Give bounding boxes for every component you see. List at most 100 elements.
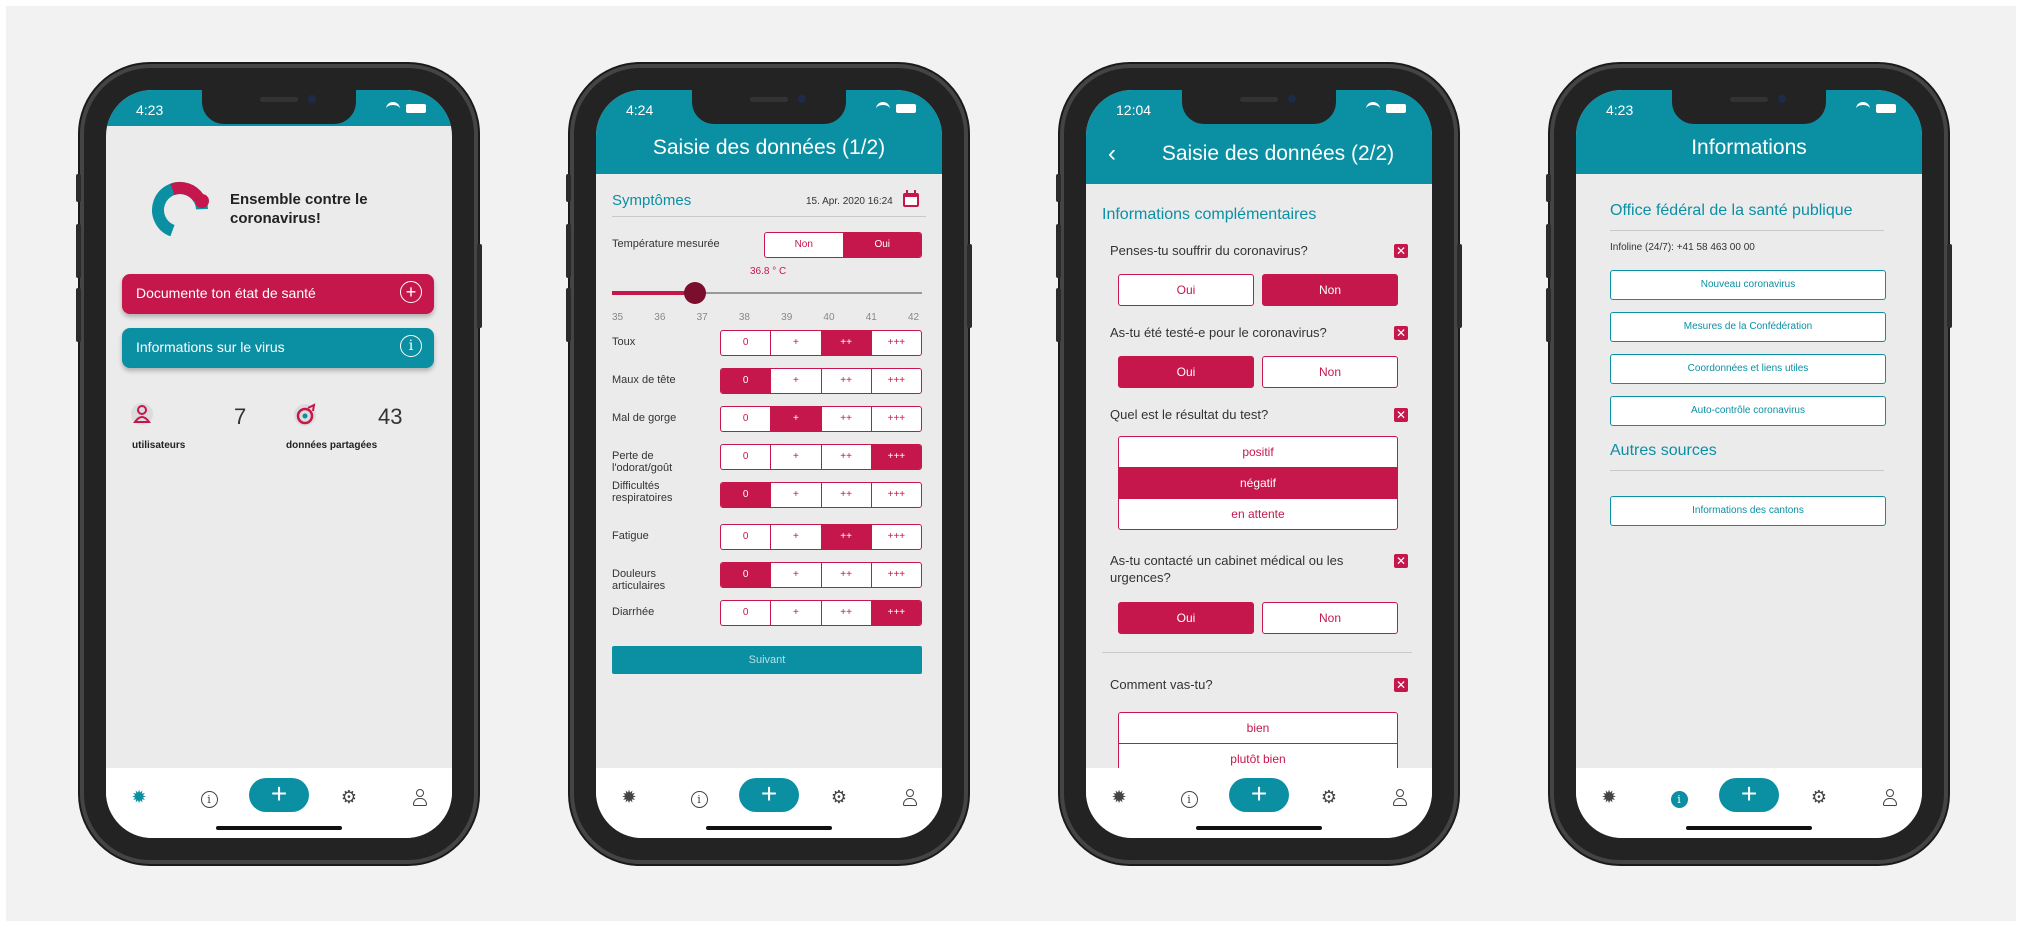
tab-profile[interactable] <box>1388 786 1410 808</box>
severity-option[interactable]: + <box>771 445 822 469</box>
tab-home-virus-icon[interactable]: ✹ <box>1598 786 1620 808</box>
infoline-text[interactable]: Infoline (24/7): +41 58 463 00 00 <box>1610 242 1755 253</box>
severity-option[interactable]: ++ <box>822 601 872 625</box>
close-icon[interactable]: ✕ <box>1394 678 1408 692</box>
tab-info[interactable]: i <box>688 786 710 808</box>
tab-add-button[interactable]: + <box>1719 778 1779 812</box>
tab-add-button[interactable]: + <box>249 778 309 812</box>
feeling-good[interactable]: bien <box>1118 712 1398 744</box>
answer-no[interactable]: Non <box>1262 356 1398 388</box>
tab-info[interactable]: i <box>1668 786 1690 808</box>
severity-option[interactable]: + <box>771 601 822 625</box>
severity-option[interactable]: +++ <box>871 445 921 469</box>
severity-option[interactable]: + <box>771 331 822 355</box>
answer-no[interactable]: Non <box>1262 602 1398 634</box>
slider-handle[interactable] <box>684 282 707 304</box>
severity-selector[interactable]: 0 + ++ +++ <box>720 600 922 626</box>
temperature-yes[interactable]: Oui <box>843 233 921 257</box>
next-button[interactable]: Suivant <box>612 646 922 674</box>
link-contacts-useful-links[interactable]: Coordonnées et liens utiles <box>1610 354 1886 384</box>
severity-option[interactable]: + <box>771 563 822 587</box>
symptom-row: Maux de tête 0 + ++ +++ <box>612 368 922 394</box>
tab-profile[interactable] <box>898 786 920 808</box>
entry-datetime[interactable]: 15. Apr. 2020 16:24 <box>806 196 893 207</box>
severity-option[interactable]: +++ <box>872 525 921 549</box>
severity-option[interactable]: 0 <box>721 525 772 549</box>
tab-home-virus-icon[interactable]: ✹ <box>128 786 150 808</box>
tab-settings-gear-icon[interactable]: ⚙ <box>828 786 850 808</box>
severity-option[interactable]: ++ <box>822 563 872 587</box>
severity-selector[interactable]: 0 + ++ +++ <box>720 368 922 394</box>
severity-option[interactable]: + <box>771 407 822 431</box>
result-negative[interactable]: négatif <box>1118 467 1398 499</box>
severity-option[interactable]: ++ <box>822 483 872 507</box>
temperature-ticks: 35 36 37 38 39 40 41 42 <box>612 312 922 326</box>
tick-label: 38 <box>738 312 750 323</box>
tab-profile[interactable] <box>1878 786 1900 808</box>
severity-option[interactable]: 0 <box>721 445 772 469</box>
temperature-no[interactable]: Non <box>765 233 844 257</box>
severity-option[interactable]: 0 <box>721 601 772 625</box>
question-suffering: Penses-tu souffrir du coronavirus? <box>1110 243 1308 258</box>
severity-option[interactable]: 0 <box>721 369 772 393</box>
tab-add-button[interactable]: + <box>739 778 799 812</box>
severity-option[interactable]: 0 <box>721 331 772 355</box>
severity-option[interactable]: +++ <box>872 407 921 431</box>
link-new-coronavirus[interactable]: Nouveau coronavirus <box>1610 270 1886 300</box>
virus-info-button[interactable]: Informations sur le virus i <box>122 328 434 368</box>
answer-yes[interactable]: Oui <box>1118 602 1254 634</box>
link-confederation-measures[interactable]: Mesures de la Confédération <box>1610 312 1886 342</box>
severity-option[interactable]: +++ <box>872 331 921 355</box>
close-icon[interactable]: ✕ <box>1394 408 1408 422</box>
severity-option[interactable]: ++ <box>822 407 872 431</box>
tab-profile[interactable] <box>408 786 430 808</box>
result-pending[interactable]: en attente <box>1118 498 1398 530</box>
severity-selector[interactable]: 0 + ++ +++ <box>720 482 922 508</box>
severity-option[interactable]: +++ <box>871 601 921 625</box>
tab-add-button[interactable]: + <box>1229 778 1289 812</box>
answer-yes[interactable]: Oui <box>1118 274 1254 306</box>
back-chevron-icon[interactable]: ‹ <box>1108 140 1116 168</box>
severity-option[interactable]: + <box>771 525 822 549</box>
severity-option[interactable]: + <box>771 483 822 507</box>
severity-option[interactable]: +++ <box>872 563 921 587</box>
severity-option[interactable]: ++ <box>821 525 872 549</box>
answer-yes[interactable]: Oui <box>1118 356 1254 388</box>
close-icon[interactable]: ✕ <box>1394 244 1408 258</box>
severity-option[interactable]: ++ <box>822 369 872 393</box>
tab-settings-gear-icon[interactable]: ⚙ <box>1318 786 1340 808</box>
severity-selector[interactable]: 0 + ++ +++ <box>720 330 922 356</box>
severity-option[interactable]: +++ <box>872 369 921 393</box>
result-positive[interactable]: positif <box>1118 436 1398 468</box>
link-self-check[interactable]: Auto-contrôle coronavirus <box>1610 396 1886 426</box>
tab-settings-gear-icon[interactable]: ⚙ <box>1808 786 1830 808</box>
temperature-slider[interactable] <box>612 282 922 312</box>
close-icon[interactable]: ✕ <box>1394 554 1408 568</box>
tab-settings-gear-icon[interactable]: ⚙ <box>338 786 360 808</box>
severity-option[interactable]: 0 <box>721 563 772 587</box>
severity-selector[interactable]: 0 + ++ +++ <box>720 524 922 550</box>
severity-option[interactable]: ++ <box>821 331 872 355</box>
link-cantons[interactable]: Informations des cantons <box>1610 496 1886 526</box>
tab-info[interactable]: i <box>198 786 220 808</box>
severity-option[interactable]: 0 <box>721 483 772 507</box>
tick-label: 40 <box>823 312 835 323</box>
severity-selector[interactable]: 0 + ++ +++ <box>720 444 922 470</box>
temperature-toggle[interactable]: Non Oui <box>764 232 922 258</box>
document-health-button[interactable]: Documente ton état de santé + <box>122 274 434 314</box>
severity-option[interactable]: + <box>771 369 822 393</box>
severity-option[interactable]: ++ <box>822 445 872 469</box>
answer-no[interactable]: Non <box>1262 274 1398 306</box>
severity-selector[interactable]: 0 + ++ +++ <box>720 562 922 588</box>
app-logo <box>150 180 210 240</box>
close-icon[interactable]: ✕ <box>1394 326 1408 340</box>
severity-option[interactable]: 0 <box>721 407 772 431</box>
tab-home-virus-icon[interactable]: ✹ <box>1108 786 1130 808</box>
tab-info[interactable]: i <box>1178 786 1200 808</box>
severity-selector[interactable]: 0 + ++ +++ <box>720 406 922 432</box>
tab-bar: ✹ i + ⚙ <box>1576 768 1922 838</box>
calendar-icon[interactable] <box>902 190 920 208</box>
tab-home-virus-icon[interactable]: ✹ <box>618 786 640 808</box>
tab-bar: ✹ i + ⚙ <box>1086 768 1432 838</box>
severity-option[interactable]: +++ <box>872 483 921 507</box>
